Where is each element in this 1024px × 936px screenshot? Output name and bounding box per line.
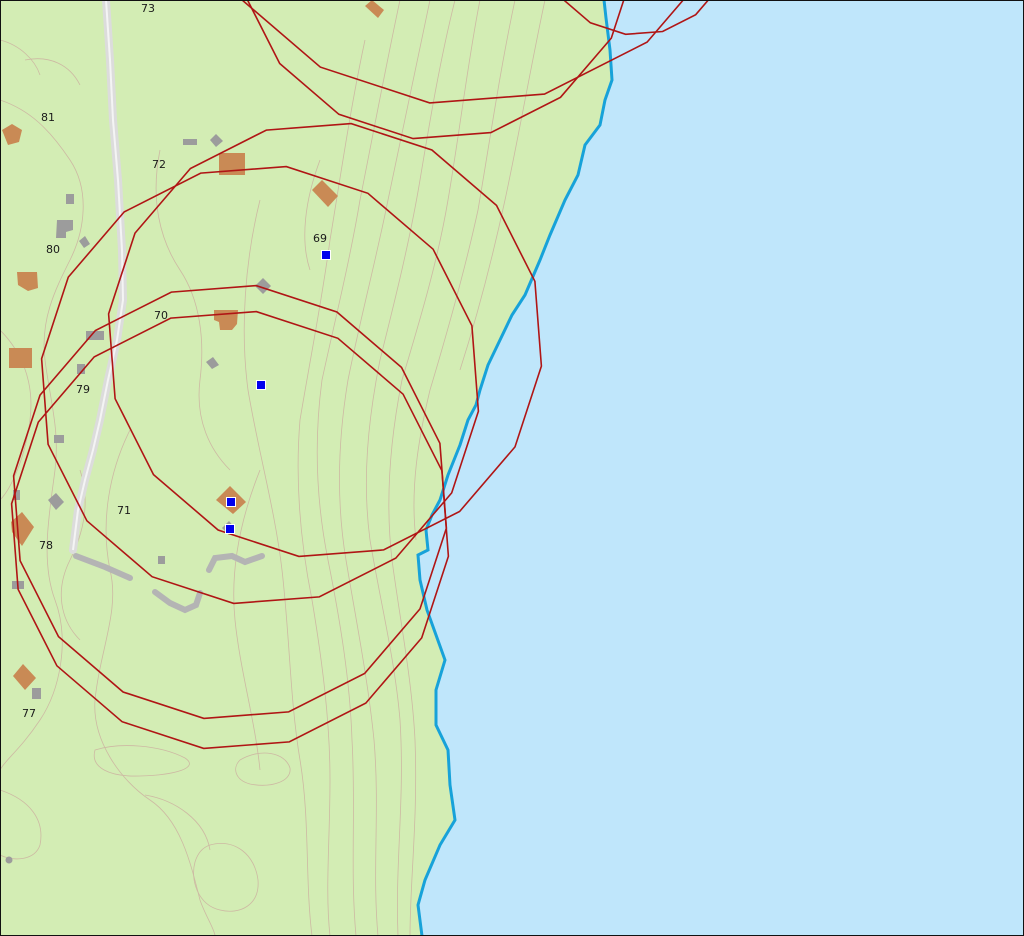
- outbuilding-icon: [5, 856, 13, 864]
- parcel-number-label: 73: [141, 2, 155, 15]
- building-icon: [9, 348, 32, 368]
- parcel-number-label: 69: [313, 232, 327, 245]
- parcel-number-label: 78: [39, 539, 53, 552]
- outbuilding-icon: [158, 556, 165, 564]
- parcel-number-label: 70: [154, 309, 168, 322]
- outbuilding-icon: [183, 139, 197, 145]
- map-view[interactable]: 73 81 72 69 80 70 79 71 78 77: [0, 0, 1024, 936]
- blue-square-icon[interactable]: [321, 250, 331, 260]
- outbuilding-icon: [32, 688, 41, 699]
- outbuilding-icon: [54, 435, 64, 443]
- blue-square-icon[interactable]: [225, 524, 235, 534]
- outbuilding-icon: [66, 194, 74, 204]
- parcel-number-label: 81: [41, 111, 55, 124]
- blue-square-icon[interactable]: [256, 380, 266, 390]
- blue-square-icon[interactable]: [226, 497, 236, 507]
- parcel-number-label: 79: [76, 383, 90, 396]
- parcel-number-label: 72: [152, 158, 166, 171]
- parcel-number-label: 71: [117, 504, 131, 517]
- parcel-number-label: 77: [22, 707, 36, 720]
- parcel-number-label: 80: [46, 243, 60, 256]
